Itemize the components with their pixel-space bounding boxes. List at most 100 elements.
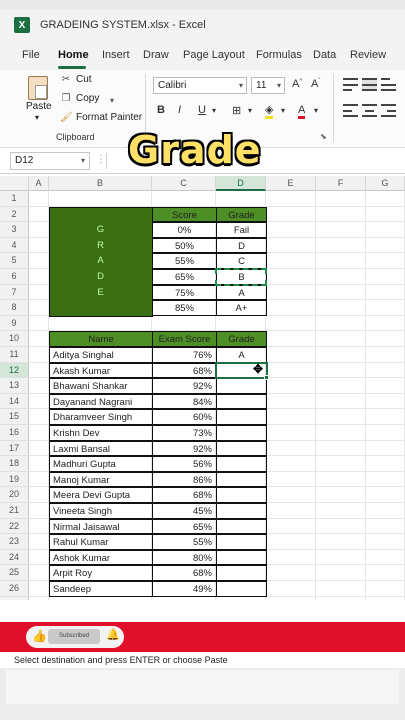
student-name-cell[interactable]: Dayanand Nagrani	[49, 393, 153, 410]
row-header-27[interactable]: 27	[0, 596, 29, 600]
student-grade-cell[interactable]	[216, 471, 267, 488]
student-score-cell[interactable]: 92%	[152, 440, 217, 457]
row-header-7[interactable]: 7	[0, 284, 29, 301]
spreadsheet-grid[interactable]: A B C D E F G 1 2 3 4 5 6 7 8 9 10 11 12 13 14 15 16 17 1…	[0, 176, 405, 600]
student-name-cell[interactable]: Akash Kumar	[49, 362, 153, 379]
bold-button[interactable]: B	[157, 104, 165, 116]
student-name-cell[interactable]: Rahul Kumar	[49, 534, 153, 550]
row-header-5[interactable]: 5	[0, 253, 29, 269]
tab-home[interactable]: Home	[58, 49, 89, 61]
student-name-cell[interactable]: Meera Devi Gupta	[49, 487, 153, 503]
student-grade-cell[interactable]	[216, 409, 267, 425]
fill-color-icon[interactable]: ◈	[265, 104, 274, 119]
row-header-10[interactable]: 10	[0, 331, 29, 347]
align-right-icon[interactable]	[381, 104, 396, 117]
student-score-cell[interactable]: 68%	[152, 362, 217, 379]
tab-draw[interactable]: Draw	[143, 49, 169, 61]
copy-dropdown-icon[interactable]: ▾	[110, 96, 114, 105]
align-left-icon[interactable]	[343, 104, 358, 117]
grade-table-score[interactable]: 0%	[152, 222, 217, 238]
student-grade-cell[interactable]: A	[216, 347, 267, 363]
align-center-icon[interactable]	[362, 104, 377, 117]
student-name-cell[interactable]: Laxmi Bansal	[49, 440, 153, 457]
student-name-cell[interactable]: Vineeta Singh	[49, 503, 153, 519]
tab-insert[interactable]: Insert	[102, 49, 130, 61]
column-header-g[interactable]: G	[366, 176, 405, 191]
student-score-cell[interactable]: 55%	[152, 534, 217, 550]
row-header-25[interactable]: 25	[0, 565, 29, 581]
grade-table-grade[interactable]: A	[216, 284, 267, 301]
paste-icon[interactable]	[28, 76, 48, 100]
row-header-12[interactable]: 12	[0, 362, 29, 379]
row-header-17[interactable]: 17	[0, 440, 29, 457]
grade-table-grade[interactable]: C	[216, 253, 267, 269]
student-grade-cell[interactable]	[216, 487, 267, 503]
student-score-cell[interactable]: 84%	[152, 393, 217, 410]
student-name-cell[interactable]: Arpit Roy	[49, 565, 153, 581]
row-header-22[interactable]: 22	[0, 518, 29, 535]
student-score-cell[interactable]: 60%	[152, 409, 217, 425]
paste-dropdown-icon[interactable]: ▾	[35, 113, 39, 122]
chevron-down-icon[interactable]: ▾	[314, 106, 318, 115]
column-header-e[interactable]: E	[266, 176, 316, 191]
row-header-8[interactable]: 8	[0, 300, 29, 316]
student-name-cell[interactable]: Sandeep	[49, 581, 153, 597]
font-name-select[interactable]: Calibri ▾	[153, 77, 247, 94]
grade-table-grade[interactable]: A+	[216, 300, 267, 316]
paste-button[interactable]: Paste	[26, 101, 52, 112]
student-score-cell[interactable]: 86%	[152, 471, 217, 488]
row-header-2[interactable]: 2	[0, 206, 29, 223]
student-grade-cell[interactable]	[216, 440, 267, 457]
increase-font-size-button[interactable]: A^	[292, 78, 302, 90]
row-header-26[interactable]: 26	[0, 581, 29, 597]
chevron-down-icon[interactable]: ▾	[248, 106, 252, 115]
decrease-font-size-button[interactable]: Aˇ	[311, 78, 320, 90]
underline-button[interactable]: U	[198, 104, 206, 116]
student-name-cell[interactable]: Nirmal Jaisawal	[49, 518, 153, 535]
grade-table-score[interactable]: 85%	[152, 300, 217, 316]
student-name-cell[interactable]: Madhuri Gupta	[49, 456, 153, 472]
student-name-cell[interactable]: Aditya Singhal	[49, 347, 153, 363]
tab-page-layout[interactable]: Page Layout	[183, 49, 245, 61]
student-grade-cell[interactable]	[216, 503, 267, 519]
grade-table-grade[interactable]: Fail	[216, 222, 267, 238]
student-score-cell[interactable]: 65%	[152, 518, 217, 535]
student-name-cell[interactable]: Ashok Kumar	[49, 549, 153, 566]
student-grade-cell[interactable]	[216, 518, 267, 535]
student-name-cell[interactable]: Krishn Dev	[49, 425, 153, 441]
student-score-cell[interactable]: 76%	[152, 347, 217, 363]
tab-data[interactable]: Data	[313, 49, 336, 61]
font-size-select[interactable]: 11 ▾	[251, 77, 285, 94]
row-header-21[interactable]: 21	[0, 503, 29, 519]
dialog-launcher-icon[interactable]: ⬊	[320, 132, 327, 141]
select-all-corner[interactable]	[0, 176, 29, 191]
grade-table-score[interactable]: 65%	[152, 269, 217, 285]
column-header-d[interactable]: D	[216, 176, 266, 191]
cut-button[interactable]: ✂ Cut	[60, 74, 92, 85]
subscribed-button[interactable]: Subscribed	[48, 629, 100, 644]
row-header-15[interactable]: 15	[0, 409, 29, 425]
student-score-cell[interactable]: 92%	[152, 378, 217, 394]
italic-button[interactable]: I	[178, 104, 181, 116]
grade-table-score[interactable]: 50%	[152, 237, 217, 254]
row-header-23[interactable]: 23	[0, 534, 29, 550]
column-header-b[interactable]: B	[49, 176, 152, 191]
student-score-cell[interactable]: 49%	[152, 581, 217, 597]
fill-handle[interactable]	[264, 375, 269, 381]
student-score-cell[interactable]: 68%	[152, 487, 217, 503]
student-grade-cell[interactable]	[216, 581, 267, 597]
student-score-cell[interactable]: 56%	[152, 456, 217, 472]
row-header-20[interactable]: 20	[0, 487, 29, 503]
student-grade-cell[interactable]	[216, 456, 267, 472]
student-grade-cell[interactable]	[216, 534, 267, 550]
align-bottom-icon[interactable]	[381, 78, 396, 91]
bell-icon[interactable]: 🔔	[106, 629, 120, 642]
copy-button[interactable]: ❐ Copy	[60, 93, 100, 104]
student-score-cell[interactable]: 68%	[152, 565, 217, 581]
row-header-9[interactable]: 9	[0, 315, 29, 332]
row-header-14[interactable]: 14	[0, 393, 29, 410]
tab-formulas[interactable]: Formulas	[256, 49, 302, 61]
name-box[interactable]: D12 ▾	[10, 152, 90, 170]
column-header-f[interactable]: F	[316, 176, 366, 191]
row-header-24[interactable]: 24	[0, 549, 29, 566]
